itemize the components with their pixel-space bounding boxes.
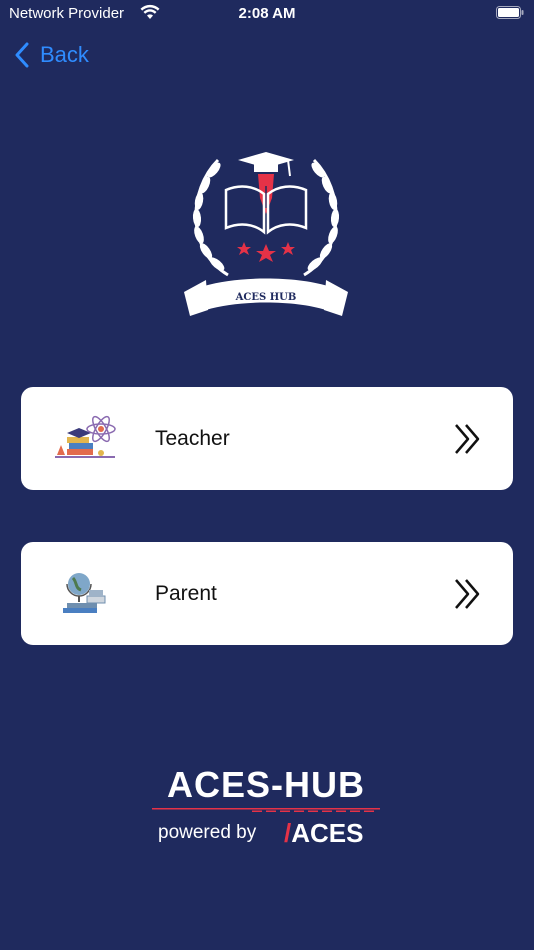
double-chevron-right-icon <box>455 579 480 609</box>
parent-label: Parent <box>155 582 217 605</box>
teacher-label: Teacher <box>155 427 230 450</box>
status-time: 2:08 AM <box>238 5 296 22</box>
chevron-left-icon <box>15 42 29 68</box>
parent-role-button[interactable]: Parent <box>21 542 513 645</box>
back-label: Back <box>40 42 89 67</box>
teacher-role-button[interactable]: Teacher <box>21 387 513 490</box>
aces-hub-logo: ACES HUB <box>184 152 348 316</box>
brand-powered-by: powered by <box>158 822 257 843</box>
science-books-icon <box>55 415 116 458</box>
globe-books-icon <box>63 573 106 613</box>
brand-aces: /ACES <box>284 818 363 849</box>
double-chevron-right-icon <box>455 424 480 454</box>
battery-icon <box>496 6 524 19</box>
brand-divider <box>152 808 380 812</box>
brand-title: ACES-HUB <box>166 764 365 805</box>
logo-text: ACES HUB <box>235 292 297 303</box>
brand-aces-text: ACES <box>291 818 364 848</box>
brand-logo: ACES-HUB powered by /ACES <box>148 764 392 854</box>
status-bar: Network Provider 2:08 AM <box>0 0 534 28</box>
back-button[interactable]: Back <box>14 40 89 70</box>
